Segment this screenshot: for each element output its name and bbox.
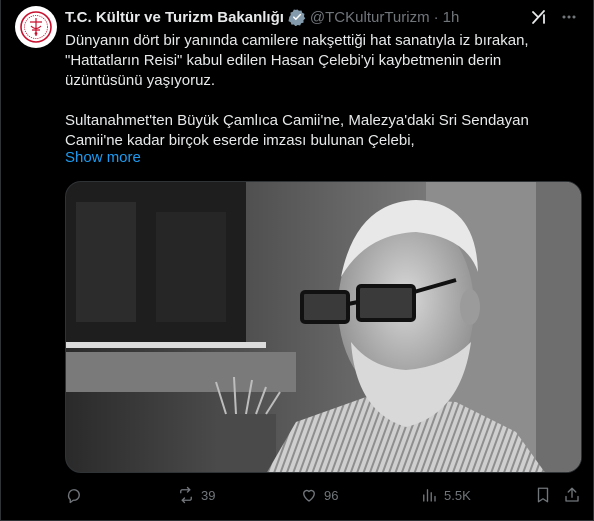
- tweet-photo[interactable]: [65, 181, 582, 473]
- like-count: 96: [324, 487, 339, 503]
- display-name[interactable]: T.C. Kültür ve Turizm Bakanlığı: [65, 9, 284, 26]
- tweet-paragraph: Dünyanın dört bir yanında camilere nakşe…: [65, 32, 529, 89]
- grok-icon[interactable]: [529, 7, 549, 27]
- share-icon: [565, 487, 579, 502]
- separator-dot: ·: [433, 8, 439, 26]
- share-button[interactable]: [563, 483, 581, 507]
- timestamp[interactable]: 1h: [443, 9, 460, 26]
- portrait-photo: [66, 182, 581, 472]
- retweet-button[interactable]: 39: [177, 483, 215, 507]
- more-options-icon[interactable]: [559, 7, 579, 27]
- reply-button[interactable]: [65, 483, 89, 507]
- tweet-paragraph: Sultanahmet'ten Büyük Çamlıca Camii'ne, …: [65, 112, 529, 149]
- handle[interactable]: @TCKulturTurizm: [310, 9, 430, 26]
- tweet-actions: 39 96 5.5K: [65, 483, 582, 507]
- verified-badge-icon: [288, 9, 306, 26]
- header-actions: [529, 7, 579, 27]
- bookmark-button[interactable]: [534, 483, 552, 507]
- views-chart-icon: [423, 489, 436, 502]
- ministry-logo: [20, 11, 52, 43]
- reply-icon: [67, 489, 80, 504]
- views-button[interactable]: 5.5K: [420, 483, 471, 507]
- heart-icon: [303, 489, 315, 502]
- like-button[interactable]: 96: [300, 483, 338, 507]
- views-count: 5.5K: [444, 487, 471, 503]
- show-more-link[interactable]: Show more: [65, 149, 141, 166]
- tweet-text: Dünyanın dört bir yanında camilere nakşe…: [65, 31, 565, 151]
- tweet-card[interactable]: T.C. Kültür ve Turizm Bakanlığı @TCKultu…: [0, 0, 594, 521]
- tweet-header: T.C. Kültür ve Turizm Bakanlığı @TCKultu…: [65, 7, 579, 27]
- retweet-icon: [180, 486, 192, 504]
- bookmark-icon: [537, 487, 549, 503]
- retweet-count: 39: [201, 487, 216, 503]
- avatar[interactable]: [15, 6, 57, 48]
